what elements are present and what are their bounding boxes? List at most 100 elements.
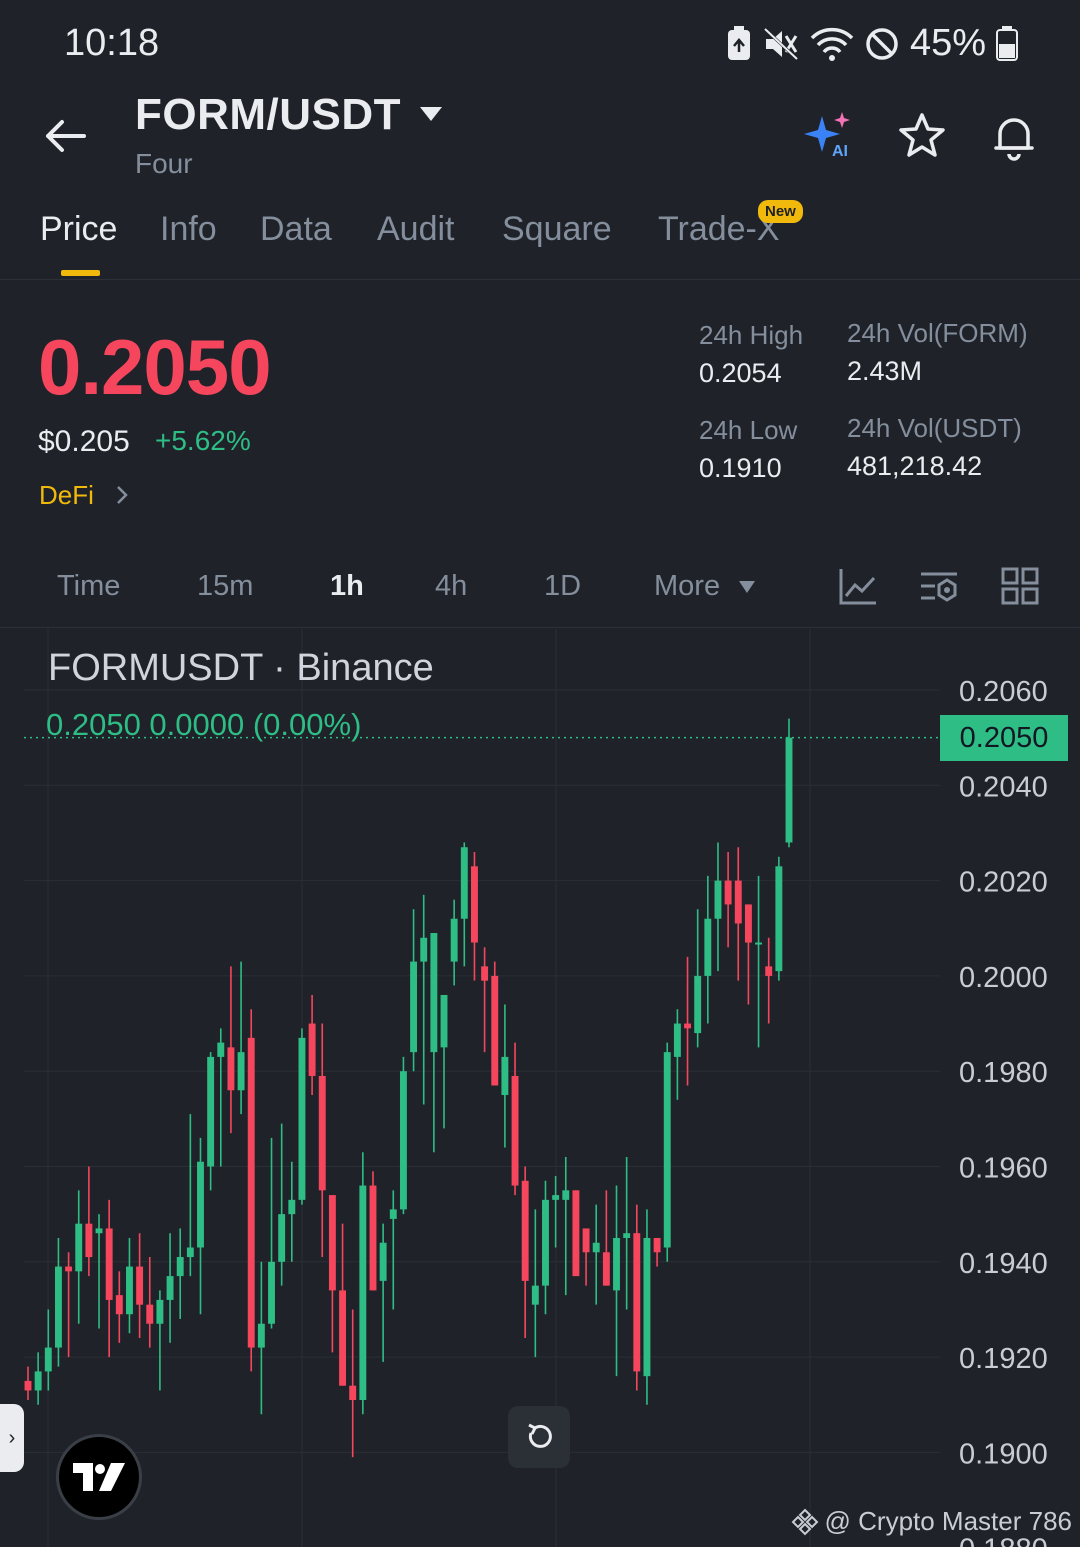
side-drawer-handle[interactable]: › <box>0 1404 24 1472</box>
y-axis-tick-label: 0.1940 <box>959 1248 1048 1280</box>
candle-body <box>684 1023 691 1029</box>
candle-body <box>399 1071 407 1210</box>
candle-body <box>176 1257 184 1277</box>
candle-body <box>734 880 742 924</box>
candle-body <box>54 1266 62 1348</box>
caret-down-icon[interactable] <box>738 580 756 594</box>
status-time: 10:18 <box>64 22 160 64</box>
interval-15m[interactable]: 15m <box>197 570 253 603</box>
candle-body <box>552 1195 560 1200</box>
candle-body <box>247 1037 255 1348</box>
candle-body <box>653 1237 661 1253</box>
y-axis-tick-label: 0.1920 <box>959 1343 1048 1375</box>
interval-more[interactable]: More <box>654 570 720 603</box>
candle-body <box>24 1380 32 1391</box>
grid-layout-icon[interactable] <box>1000 566 1040 606</box>
mute-icon <box>763 27 798 60</box>
candle-body <box>166 1276 174 1300</box>
interval-bar: Time 15m 1h 4h 1D More <box>0 548 1080 628</box>
star-icon[interactable] <box>896 110 948 162</box>
candle-body <box>613 1237 620 1291</box>
indicator-chart-icon[interactable] <box>838 566 878 606</box>
candle-body <box>105 1228 113 1300</box>
back-arrow-icon[interactable] <box>40 110 92 162</box>
candle-body <box>44 1347 52 1372</box>
candle-body <box>714 880 722 919</box>
chevron-right-icon[interactable] <box>114 484 130 506</box>
candle-body <box>450 918 458 962</box>
y-axis-tick-label: 0.1980 <box>959 1057 1048 1089</box>
reset-chart-button[interactable] <box>508 1406 570 1468</box>
do-not-disturb-icon <box>866 27 898 60</box>
candle-body <box>775 866 783 972</box>
candle-body <box>755 942 763 945</box>
battery-percent: 45% <box>909 22 986 64</box>
caret-down-icon[interactable] <box>418 104 444 124</box>
tab-price[interactable]: Price <box>40 210 117 249</box>
y-axis-tick-label: 0.2000 <box>959 962 1048 994</box>
vol-quote-label: 24h Vol(USDT) <box>847 413 1022 443</box>
candle-body <box>501 1056 509 1096</box>
tab-info[interactable]: Info <box>160 210 217 249</box>
candle-body <box>379 1242 387 1281</box>
candle-body <box>156 1299 164 1324</box>
candle-body <box>95 1228 103 1234</box>
candle-body <box>75 1223 83 1272</box>
candle-body <box>481 966 489 981</box>
interval-time[interactable]: Time <box>57 570 120 603</box>
candle-body <box>582 1228 590 1253</box>
category-tag[interactable]: DeFi <box>39 480 94 511</box>
interval-1h[interactable]: 1h <box>330 570 364 603</box>
status-bar: 10:18 45% <box>0 0 1080 86</box>
pair-subtitle: Four <box>135 148 193 179</box>
candle-body <box>531 1285 539 1305</box>
candle-body <box>339 1290 346 1386</box>
candle-body <box>298 1037 306 1200</box>
tab-audit[interactable]: Audit <box>377 210 455 249</box>
candle-body <box>663 1052 671 1248</box>
interval-1d[interactable]: 1D <box>544 570 581 603</box>
tab-bar: Price Info Data Audit Square Trade-X <box>0 196 1080 280</box>
candle-body <box>471 866 478 943</box>
y-axis-tick-label: 0.2040 <box>959 771 1048 803</box>
candle-body <box>207 1056 215 1167</box>
tradingview-logo-icon[interactable] <box>56 1434 142 1520</box>
candle-body <box>257 1323 265 1348</box>
tab-square[interactable]: Square <box>502 210 612 249</box>
interval-4h[interactable]: 4h <box>435 570 467 603</box>
bell-icon[interactable] <box>988 110 1040 162</box>
candle-body <box>785 737 793 843</box>
candle-body <box>328 1195 336 1291</box>
y-axis-tick-label: 0.1900 <box>959 1438 1048 1470</box>
tab-data[interactable]: Data <box>260 210 332 249</box>
candle-body <box>572 1190 580 1277</box>
vol-quote-value: 481,218.42 <box>847 451 983 481</box>
ai-sparkle-icon[interactable]: AI <box>804 110 856 162</box>
candle-body <box>521 1180 529 1281</box>
low-value: 0.1910 <box>699 453 782 483</box>
candle-body <box>389 1209 397 1219</box>
candle-body <box>136 1266 144 1305</box>
y-axis-tick-label: 0.1960 <box>959 1153 1048 1185</box>
chart-settings-icon[interactable] <box>919 566 959 606</box>
candle-body <box>197 1161 204 1248</box>
candle-body <box>186 1247 194 1258</box>
pair-header: FORM/USDT Four AI <box>0 86 1080 190</box>
watermark: @ Crypto Master 786 <box>791 1506 1072 1537</box>
chart-ohlc-legend: 0.2050 0.0000 (0.00%) <box>46 707 362 742</box>
candle-body <box>623 1233 631 1238</box>
price-change: +5.62% <box>155 425 251 456</box>
y-axis-tick-label: 0.2020 <box>959 867 1048 899</box>
candle-body <box>491 975 499 1086</box>
candle-body <box>542 1199 549 1286</box>
candle-body <box>237 1052 245 1091</box>
pair-title[interactable]: FORM/USDT <box>135 90 401 140</box>
candle-body <box>34 1371 42 1391</box>
battery-icon <box>996 25 1018 61</box>
candle-body <box>318 1075 326 1191</box>
candle-body <box>562 1190 570 1200</box>
candle-body <box>673 1023 681 1057</box>
candle-body <box>217 1042 225 1057</box>
active-tab-indicator <box>61 270 100 276</box>
candle-body <box>633 1233 641 1372</box>
